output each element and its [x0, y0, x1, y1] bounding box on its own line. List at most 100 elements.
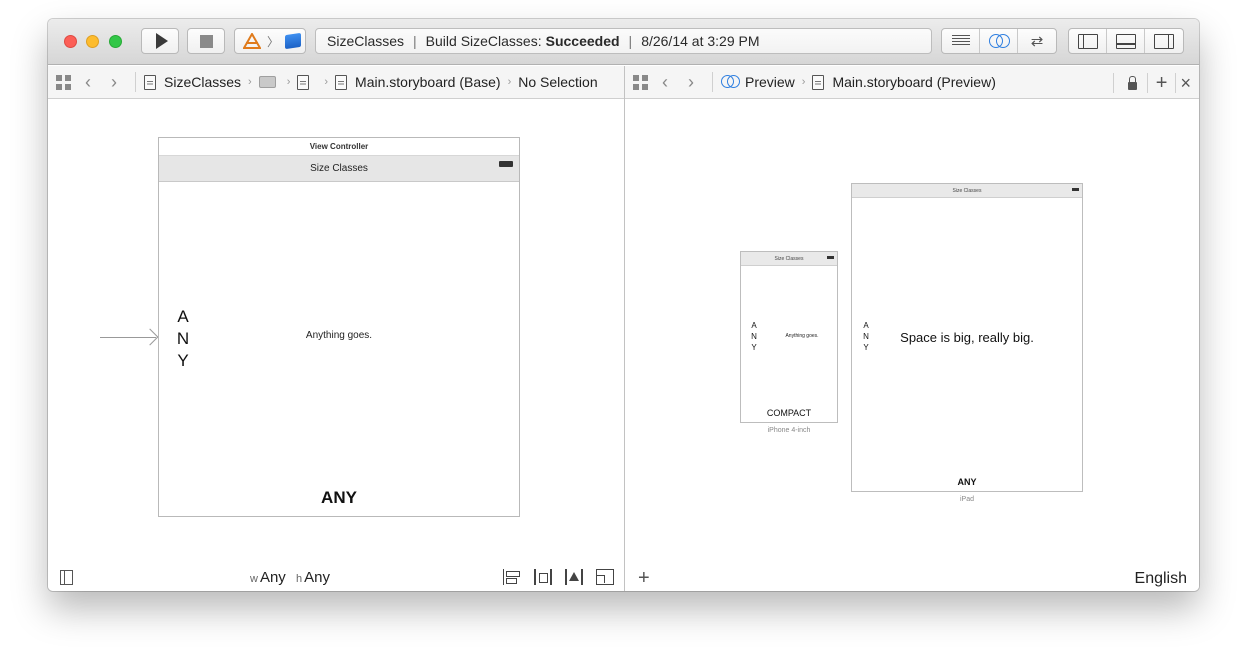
crumb-chevron: ›	[507, 76, 512, 88]
tool-divider	[1146, 72, 1148, 93]
pin-icon[interactable]	[534, 569, 552, 585]
battery-icon	[827, 256, 834, 259]
iphone-device-name[interactable]: iPhone 4-inch	[740, 427, 838, 434]
crumb-chevron: ›	[801, 76, 806, 88]
version-editor-button[interactable]: ⇄	[1018, 29, 1056, 53]
activity-separator: |	[628, 33, 633, 49]
bottom-any-label[interactable]: ANY	[159, 488, 519, 508]
standard-editor-button[interactable]	[942, 29, 980, 53]
stop-icon	[199, 34, 213, 48]
xcode-window: 〉 SizeClasses | Build SizeClasses: Succe…	[48, 19, 1199, 591]
standard-editor-icon	[951, 35, 970, 47]
related-items-icon[interactable]	[633, 74, 648, 90]
device-nav-title: Size Classes	[774, 256, 804, 262]
iphone-preview[interactable]: Size Classes ANY Anything goes. COMPACT	[740, 251, 838, 423]
resolve-issues-icon[interactable]	[565, 569, 583, 585]
right-panel-icon	[1154, 33, 1174, 49]
anything-goes-label[interactable]: Anything goes.	[159, 330, 519, 341]
close-editor-button[interactable]: ×	[1180, 74, 1191, 92]
activity-viewer: SizeClasses | Build SizeClasses: Succeed…	[315, 28, 932, 54]
app-target-icon	[243, 33, 261, 49]
align-icon[interactable]	[503, 569, 521, 585]
lock-icon[interactable]	[1127, 75, 1137, 90]
assistant-editor-icon	[988, 34, 1010, 48]
right-jump-bar: ‹ › Preview › Main.storyboard (Preview) …	[625, 66, 1199, 99]
crumb-chevron: ›	[248, 76, 252, 88]
height-key: h	[295, 573, 303, 585]
crumb-storyboard[interactable]: Main.storyboard (Base)	[355, 74, 501, 90]
preview-bottom-bar: + English	[625, 565, 1199, 591]
run-button[interactable]	[141, 28, 179, 54]
device-nav-title: Size Classes	[952, 188, 982, 194]
project-icon	[144, 74, 156, 90]
vertical-any-label: ANY	[751, 321, 757, 352]
width-key: w	[250, 573, 258, 585]
left-panel-icon	[1077, 33, 1098, 49]
add-editor-button[interactable]: +	[1156, 73, 1168, 93]
anything-goes-label: Anything goes.	[785, 333, 819, 339]
zoom-window-button[interactable]	[109, 35, 122, 48]
minimize-window-button[interactable]	[86, 35, 99, 48]
activity-build-prefix: Build SizeClasses:	[425, 33, 542, 49]
stop-button[interactable]	[187, 28, 225, 54]
jump-bar-divider	[135, 72, 136, 92]
scene-navigation-bar[interactable]: Size Classes	[159, 156, 519, 182]
scene-title[interactable]: View Controller	[159, 138, 519, 156]
bottom-compact-label: COMPACT	[766, 408, 812, 418]
forward-button[interactable]: ›	[688, 72, 700, 93]
editor-mode-control: ⇄	[941, 28, 1057, 54]
activity-build-status: Succeeded	[545, 33, 620, 49]
language-selector[interactable]: English	[1135, 570, 1187, 588]
play-icon	[155, 33, 168, 49]
storyboard-file-icon	[812, 74, 825, 90]
ios-device-icon	[285, 32, 302, 50]
preview-canvas: Size Classes ANY Anything goes. COMPACT …	[625, 100, 1199, 591]
document-outline-toggle-icon[interactable]	[60, 570, 73, 585]
battery-icon	[499, 161, 513, 167]
crumb-preview[interactable]: Preview	[745, 74, 795, 90]
tool-divider	[1112, 72, 1114, 93]
size-class-selector[interactable]: w Any h Any	[250, 569, 330, 586]
debug-area-toggle-button[interactable]	[1107, 29, 1145, 53]
crumb-project[interactable]: SizeClasses	[164, 74, 241, 90]
ipad-device-name[interactable]: iPad	[851, 496, 1083, 503]
view-toggle-control	[1068, 28, 1184, 54]
crumb-chevron: ›	[286, 76, 291, 88]
scheme-selector[interactable]: 〉	[234, 28, 306, 54]
initial-view-controller-arrow[interactable]	[100, 337, 156, 338]
auto-layout-tools	[503, 569, 614, 585]
scene-nav-title: Size Classes	[310, 163, 368, 174]
storyboard-canvas[interactable]: View Controller Size Classes ANY Anythin…	[48, 100, 624, 591]
back-button[interactable]: ‹	[85, 72, 97, 93]
crumb-selection[interactable]: No Selection	[518, 74, 597, 90]
view-controller-scene[interactable]: View Controller Size Classes ANY Anythin…	[158, 137, 520, 517]
navigator-toggle-button[interactable]	[1069, 29, 1107, 53]
space-is-big-label: Space is big, really big.	[900, 330, 1034, 345]
related-items-icon[interactable]	[56, 74, 71, 90]
height-value: Any	[304, 569, 330, 586]
activity-project: SizeClasses	[327, 33, 405, 49]
preview-icon	[721, 75, 740, 89]
battery-icon	[1072, 188, 1079, 191]
tool-divider	[1175, 72, 1177, 93]
storyboard-base-icon	[335, 74, 348, 90]
assistant-editor-button[interactable]	[980, 29, 1018, 53]
forward-button[interactable]: ›	[111, 72, 123, 93]
resizing-behavior-icon[interactable]	[596, 569, 614, 585]
toolbar: 〉 SizeClasses | Build SizeClasses: Succe…	[48, 19, 1199, 65]
crumb-preview-storyboard[interactable]: Main.storyboard (Preview)	[832, 74, 995, 90]
close-window-button[interactable]	[64, 35, 77, 48]
bottom-any-label: ANY	[957, 477, 977, 487]
ipad-preview[interactable]: Size Classes ANY Space is big, really bi…	[851, 183, 1083, 492]
add-device-button[interactable]: +	[638, 565, 650, 591]
back-button[interactable]: ‹	[662, 72, 674, 93]
activity-timestamp: 8/26/14 at 3:29 PM	[641, 33, 760, 49]
crumb-chevron: ›	[324, 76, 329, 88]
width-value: Any	[259, 569, 286, 586]
device-nav-bar: Size Classes	[741, 252, 837, 266]
utilities-toggle-button[interactable]	[1145, 29, 1183, 53]
canvas-bottom-bar: w Any h Any	[48, 565, 624, 591]
folder-icon[interactable]	[258, 76, 276, 88]
assistant-tools: + ×	[1112, 66, 1199, 99]
storyboard-file-icon[interactable]	[297, 74, 310, 90]
